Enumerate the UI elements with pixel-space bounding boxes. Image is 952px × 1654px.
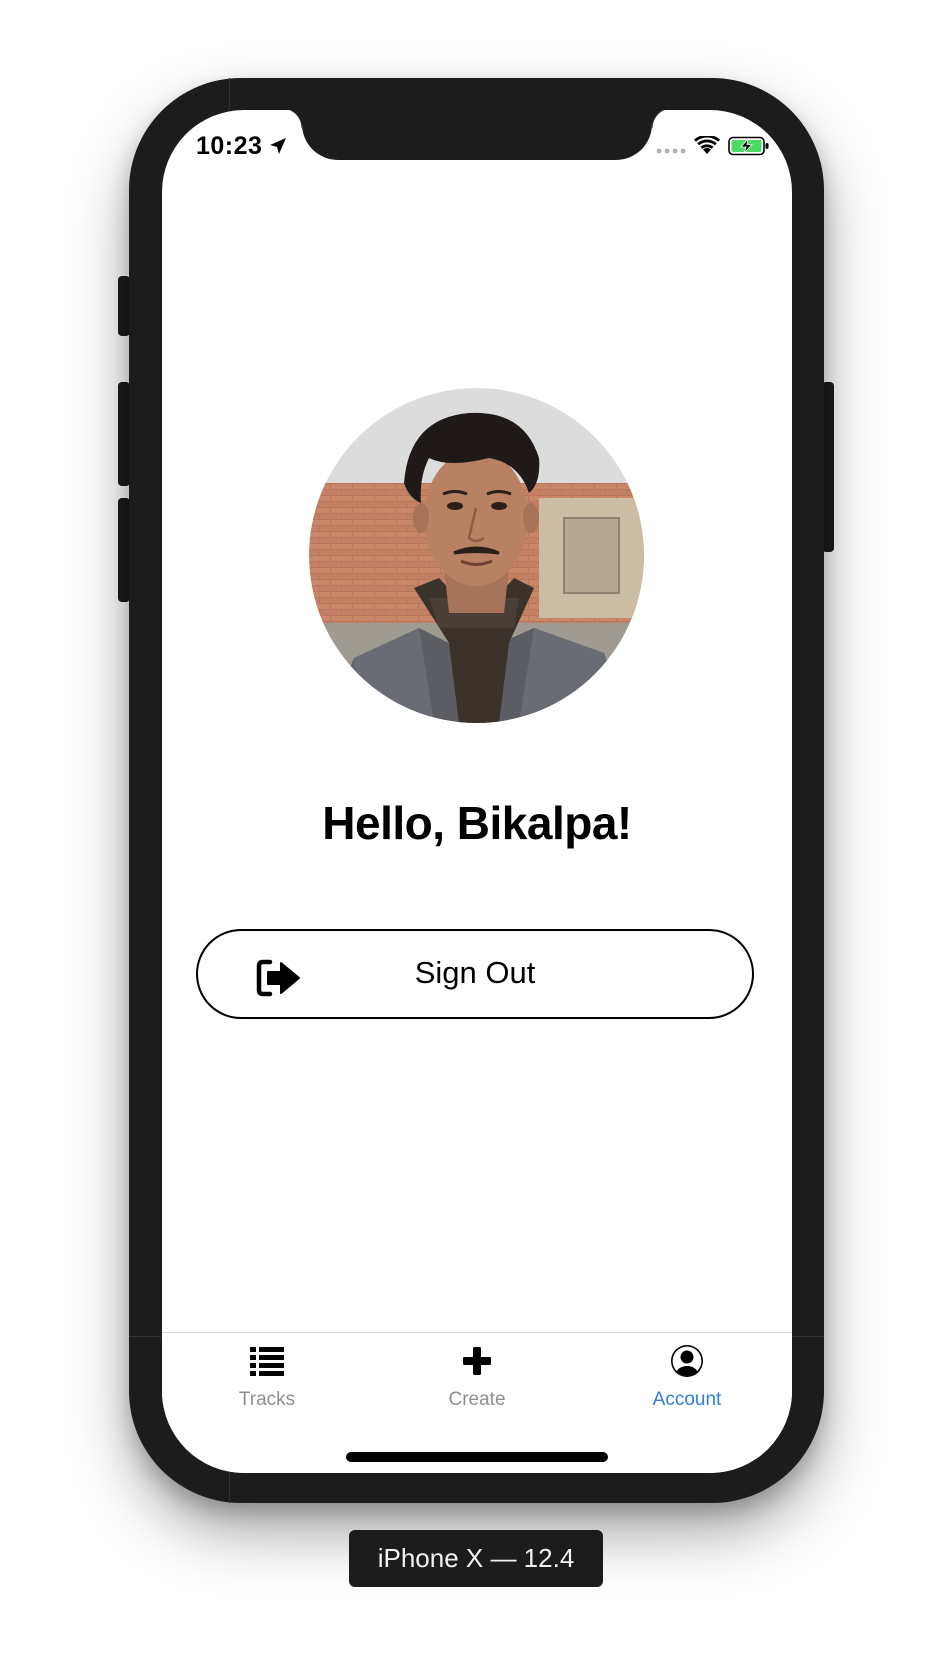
- simulator-device-caption: iPhone X — 12.4: [349, 1530, 603, 1587]
- battery-charging-icon: [728, 136, 769, 156]
- device-screen: 10:23 Hello, Bikalpa! Sign Out Tracks Cr…: [162, 110, 792, 1473]
- tab-create[interactable]: Create: [372, 1333, 582, 1433]
- tab-account[interactable]: Account: [582, 1333, 792, 1433]
- frame-seam: [229, 1471, 230, 1503]
- frame-seam: [792, 1336, 824, 1337]
- home-indicator[interactable]: [346, 1452, 608, 1462]
- simulator-stage: 10:23 Hello, Bikalpa! Sign Out Tracks Cr…: [0, 0, 952, 1654]
- tab-label: Tracks: [238, 1389, 296, 1410]
- plus-icon: [463, 1347, 491, 1375]
- frame-seam: [229, 78, 230, 110]
- list-icon: [250, 1347, 284, 1376]
- tab-label: Account: [652, 1389, 722, 1410]
- location-arrow-icon: [270, 138, 286, 154]
- tab-tracks[interactable]: Tracks: [162, 1333, 372, 1433]
- profile-photo: [309, 388, 644, 723]
- user-circle-icon: [671, 1345, 703, 1377]
- frame-seam: [129, 1336, 161, 1337]
- sign-out-button[interactable]: Sign Out: [196, 929, 754, 1019]
- tab-label: Create: [448, 1389, 506, 1410]
- status-time: 10:23: [196, 132, 263, 160]
- wifi-icon: [694, 136, 720, 154]
- sign-out-label: Sign Out: [414, 955, 536, 990]
- greeting-heading: Hello, Bikalpa!: [322, 797, 632, 849]
- cellular-signal-icon: [656, 148, 686, 154]
- notch: [282, 110, 672, 160]
